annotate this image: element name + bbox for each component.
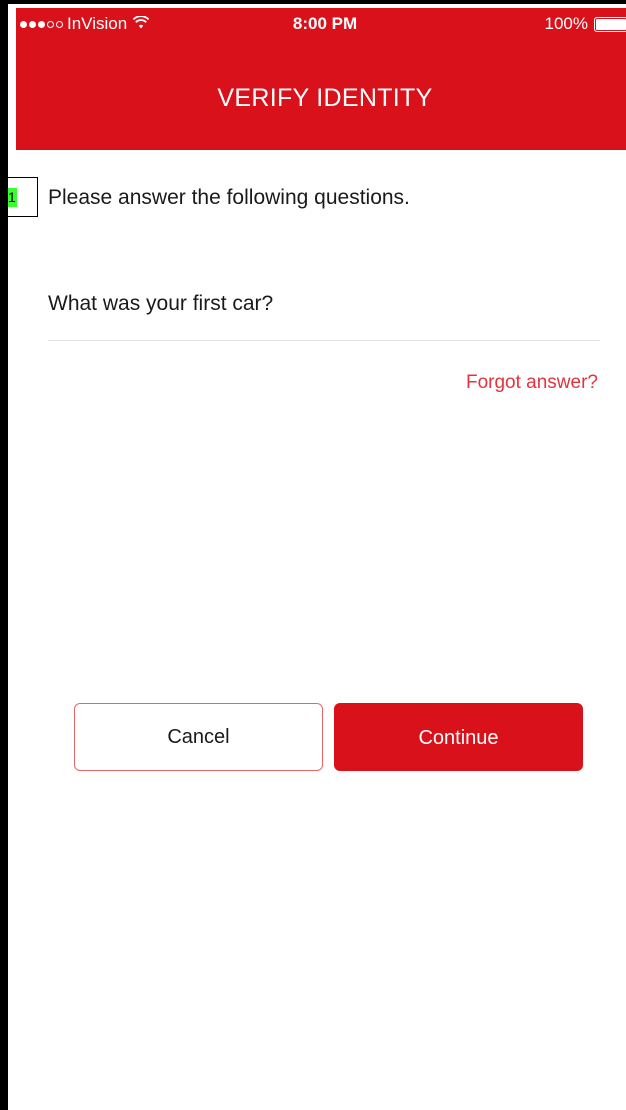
- instructions-text: Please answer the following questions.: [48, 186, 410, 209]
- security-question-label: What was your first car?: [48, 292, 274, 315]
- page-title: VERIFY IDENTITY: [217, 84, 433, 112]
- battery-icon: [594, 16, 626, 32]
- status-bar: InVision 8:00 PM 100%: [16, 8, 626, 40]
- security-answer-input[interactable]: [48, 322, 600, 341]
- app-frame: InVision 8:00 PM 100% VERIFY IDENTITY 1 …: [0, 0, 626, 1110]
- annotation-marker-label: 1: [8, 188, 17, 207]
- status-right: 100%: [545, 14, 626, 34]
- battery-fill: [596, 18, 626, 30]
- annotation-marker: 1: [8, 177, 38, 217]
- cancel-button[interactable]: Cancel: [74, 703, 323, 771]
- continue-button[interactable]: Continue: [334, 703, 583, 771]
- status-time: 8:00 PM: [292, 14, 358, 33]
- battery-percent: 100%: [544, 14, 588, 33]
- forgot-answer-link[interactable]: Forgot answer?: [466, 372, 598, 394]
- header-bar: InVision 8:00 PM 100% VERIFY IDENTITY: [16, 8, 626, 150]
